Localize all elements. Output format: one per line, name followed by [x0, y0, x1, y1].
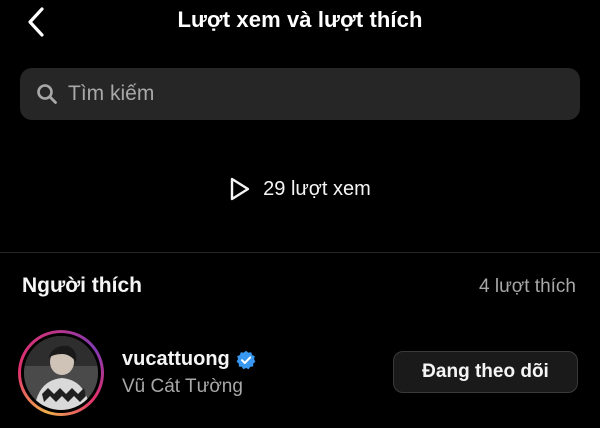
verified-badge-icon — [236, 350, 256, 369]
avatar-image — [24, 336, 98, 410]
full-name: Vũ Cát Tường — [122, 376, 243, 397]
search-icon — [37, 84, 57, 104]
username-row[interactable]: vucattuong — [122, 348, 256, 371]
username[interactable]: vucattuong — [122, 348, 230, 371]
likers-heading: Người thích — [22, 274, 142, 297]
header: Lượt xem và lượt thích — [0, 0, 600, 46]
story-ring[interactable] — [18, 330, 104, 416]
likes-count: 4 lượt thích — [479, 276, 576, 297]
following-button[interactable]: Đang theo dõi — [393, 351, 578, 393]
views-text: 29 lượt xem — [263, 177, 371, 200]
liker-row[interactable]: vucattuong Vũ Cát Tường Đang theo dõi — [0, 318, 600, 428]
views-count: 29 lượt xem — [0, 174, 600, 204]
section-divider — [0, 252, 600, 253]
page-title: Lượt xem và lượt thích — [177, 7, 423, 32]
search-input[interactable] — [68, 82, 528, 106]
views-and-likes-screen: Lượt xem và lượt thích 29 lượt xem Người… — [0, 0, 600, 428]
search-bar[interactable] — [20, 68, 580, 120]
play-icon — [230, 177, 250, 201]
avatar[interactable] — [24, 336, 98, 410]
